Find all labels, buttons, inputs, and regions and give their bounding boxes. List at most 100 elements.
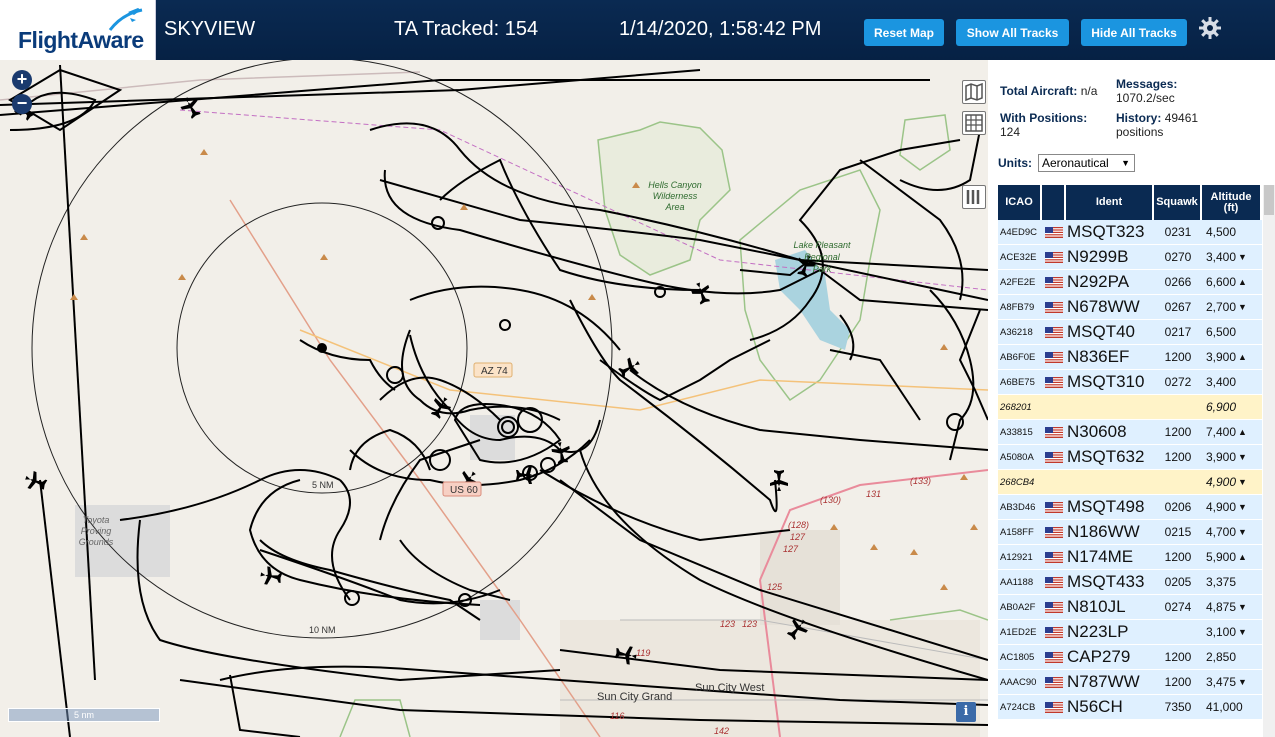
cell-flag bbox=[1042, 420, 1066, 444]
flightaware-logo[interactable]: FlightAware bbox=[0, 0, 156, 60]
table-row[interactable]: 268CB4 4,900 ▼ bbox=[998, 470, 1262, 495]
cell-altitude: 3,400 bbox=[1202, 370, 1262, 394]
cell-icao: AC1805 bbox=[1000, 651, 1035, 663]
scrollbar-thumb[interactable] bbox=[1264, 185, 1274, 215]
cell-flag bbox=[1042, 345, 1066, 369]
table-row[interactable]: AB0A2F N810JL 0274 4,875 ▼ bbox=[998, 595, 1262, 620]
column-header-flag[interactable] bbox=[1042, 185, 1066, 220]
columns-toggle-button[interactable] bbox=[962, 185, 986, 209]
altitude-value: 3,475 bbox=[1206, 675, 1237, 689]
cell-flag bbox=[1042, 470, 1066, 494]
show-all-tracks-button[interactable]: Show All Tracks bbox=[956, 19, 1069, 46]
route-label: 127 bbox=[783, 544, 799, 554]
table-row[interactable]: A5080A MSQT632 1200 3,900 ▼ bbox=[998, 445, 1262, 470]
table-row[interactable]: AB6F0E N836EF 1200 3,900 ▲ bbox=[998, 345, 1262, 370]
zoom-in-button[interactable]: + bbox=[12, 70, 32, 90]
zoom-out-button[interactable]: − bbox=[12, 94, 32, 114]
table-row[interactable]: 268201 6,900 bbox=[998, 395, 1262, 420]
table-row[interactable]: AC1805 CAP279 1200 2,850 bbox=[998, 645, 1262, 670]
altitude-value: 4,500 bbox=[1206, 225, 1237, 239]
units-selected-value: Aeronautical bbox=[1042, 156, 1109, 170]
map-view[interactable]: 5 NM 10 NM Hells Canyon Wilderness Area … bbox=[0, 60, 988, 737]
cell-altitude: 4,700 ▼ bbox=[1202, 520, 1262, 544]
altitude-trend-icon: ▼ bbox=[1238, 602, 1247, 612]
table-row[interactable]: A4ED9C MSQT323 0231 4,500 bbox=[998, 220, 1262, 245]
cell-squawk: 1200 bbox=[1164, 450, 1192, 464]
us-flag-icon bbox=[1045, 451, 1063, 463]
cell-flag bbox=[1042, 270, 1066, 294]
cell-altitude: 6,900 bbox=[1202, 395, 1262, 419]
info-button[interactable]: i bbox=[956, 702, 976, 722]
cell-flag bbox=[1042, 495, 1066, 519]
park-boundary bbox=[889, 609, 988, 621]
columns-icon bbox=[966, 190, 980, 204]
column-header-ident[interactable]: Ident bbox=[1066, 185, 1154, 220]
hide-all-tracks-button[interactable]: Hide All Tracks bbox=[1081, 19, 1187, 46]
cell-icao: AB3D46 bbox=[1000, 501, 1036, 513]
map-canvas[interactable]: 5 NM 10 NM Hells Canyon Wilderness Area … bbox=[0, 60, 988, 737]
us-flag-icon bbox=[1045, 551, 1063, 563]
table-row[interactable]: A33815 N30608 1200 7,400 ▲ bbox=[998, 420, 1262, 445]
table-row[interactable]: A12921 N174ME 1200 5,900 ▲ bbox=[998, 545, 1262, 570]
table-row[interactable]: A36218 MSQT40 0217 6,500 bbox=[998, 320, 1262, 345]
cell-ident: MSQT310 bbox=[1067, 372, 1145, 391]
us-flag-icon bbox=[1045, 276, 1063, 288]
table-scrollbar[interactable] bbox=[1263, 185, 1275, 737]
us-flag-icon bbox=[1045, 326, 1063, 338]
column-header-squawk[interactable]: Squawk bbox=[1154, 185, 1202, 220]
cell-flag bbox=[1042, 670, 1066, 694]
park-label: Area bbox=[664, 202, 684, 212]
altitude-trend-icon: ▼ bbox=[1238, 677, 1247, 687]
cell-ident: N810JL bbox=[1067, 597, 1126, 616]
table-row[interactable]: ACE32E N9299B 0270 3,400 ▼ bbox=[998, 245, 1262, 270]
grid-toggle-button[interactable] bbox=[962, 111, 986, 135]
park-label: Regional bbox=[804, 252, 841, 262]
altitude-value: 3,100 bbox=[1206, 625, 1237, 639]
table-row[interactable]: AB3D46 MSQT498 0206 4,900 ▼ bbox=[998, 495, 1262, 520]
table-row[interactable]: A724CB N56CH 7350 41,000 bbox=[998, 695, 1262, 720]
park-label: Wilderness bbox=[653, 191, 698, 201]
units-select[interactable]: Aeronautical ▼ bbox=[1038, 154, 1135, 172]
reset-map-button[interactable]: Reset Map bbox=[864, 19, 944, 46]
table-row[interactable]: A1ED2E N223LP 3,100 ▼ bbox=[998, 620, 1262, 645]
total-aircraft-value: n/a bbox=[1080, 84, 1098, 98]
us-flag-icon bbox=[1045, 626, 1063, 638]
table-row[interactable]: A6BE75 MSQT310 0272 3,400 bbox=[998, 370, 1262, 395]
cell-flag bbox=[1042, 370, 1066, 394]
cell-altitude: 3,475 ▼ bbox=[1202, 670, 1262, 694]
table-row[interactable]: A158FF N186WW 0215 4,700 ▼ bbox=[998, 520, 1262, 545]
table-row[interactable]: AA1188 MSQT433 0205 3,375 bbox=[998, 570, 1262, 595]
table-row[interactable]: A2FE2E N292PA 0266 6,600 ▲ bbox=[998, 270, 1262, 295]
cell-squawk bbox=[1154, 395, 1202, 419]
us-flag-icon bbox=[1045, 251, 1063, 263]
cell-squawk bbox=[1154, 470, 1202, 494]
us-flag-icon bbox=[1045, 501, 1063, 513]
cell-icao: A12921 bbox=[1000, 551, 1033, 563]
cell-ident: MSQT323 bbox=[1067, 222, 1145, 241]
cell-icao: A8FB79 bbox=[1000, 301, 1035, 313]
cell-squawk: 0266 bbox=[1164, 275, 1192, 289]
cell-altitude: 3,100 ▼ bbox=[1202, 620, 1262, 644]
cell-altitude: 3,375 bbox=[1202, 570, 1262, 594]
altitude-value: 4,900 bbox=[1206, 500, 1237, 514]
gear-icon[interactable] bbox=[1198, 16, 1222, 40]
history-value: 49461 bbox=[1164, 111, 1199, 125]
shield-az74-label: AZ 74 bbox=[481, 366, 508, 377]
table-row[interactable]: A8FB79 N678WW 0267 2,700 ▼ bbox=[998, 295, 1262, 320]
cell-flag bbox=[1042, 620, 1066, 644]
cell-icao: ACE32E bbox=[1000, 251, 1037, 263]
altitude-value: 3,400 bbox=[1206, 375, 1237, 389]
altitude-value: 41,000 bbox=[1206, 700, 1243, 714]
altitude-trend-icon: ▼ bbox=[1238, 527, 1247, 537]
cell-icao: A33815 bbox=[1000, 426, 1033, 438]
table-row[interactable]: AAAC90 N787WW 1200 3,475 ▼ bbox=[998, 670, 1262, 695]
route-label: (128) bbox=[788, 520, 809, 530]
column-header-altitude[interactable]: Altitude (ft) bbox=[1202, 185, 1262, 220]
cell-icao: A4ED9C bbox=[1000, 226, 1037, 238]
cell-ident: N186WW bbox=[1067, 522, 1140, 541]
column-header-icao[interactable]: ICAO bbox=[998, 185, 1042, 220]
cell-squawk: 7350 bbox=[1164, 700, 1192, 714]
cell-squawk: 0205 bbox=[1164, 575, 1192, 589]
map-layers-button[interactable] bbox=[962, 80, 986, 104]
us-flag-icon bbox=[1045, 226, 1063, 238]
